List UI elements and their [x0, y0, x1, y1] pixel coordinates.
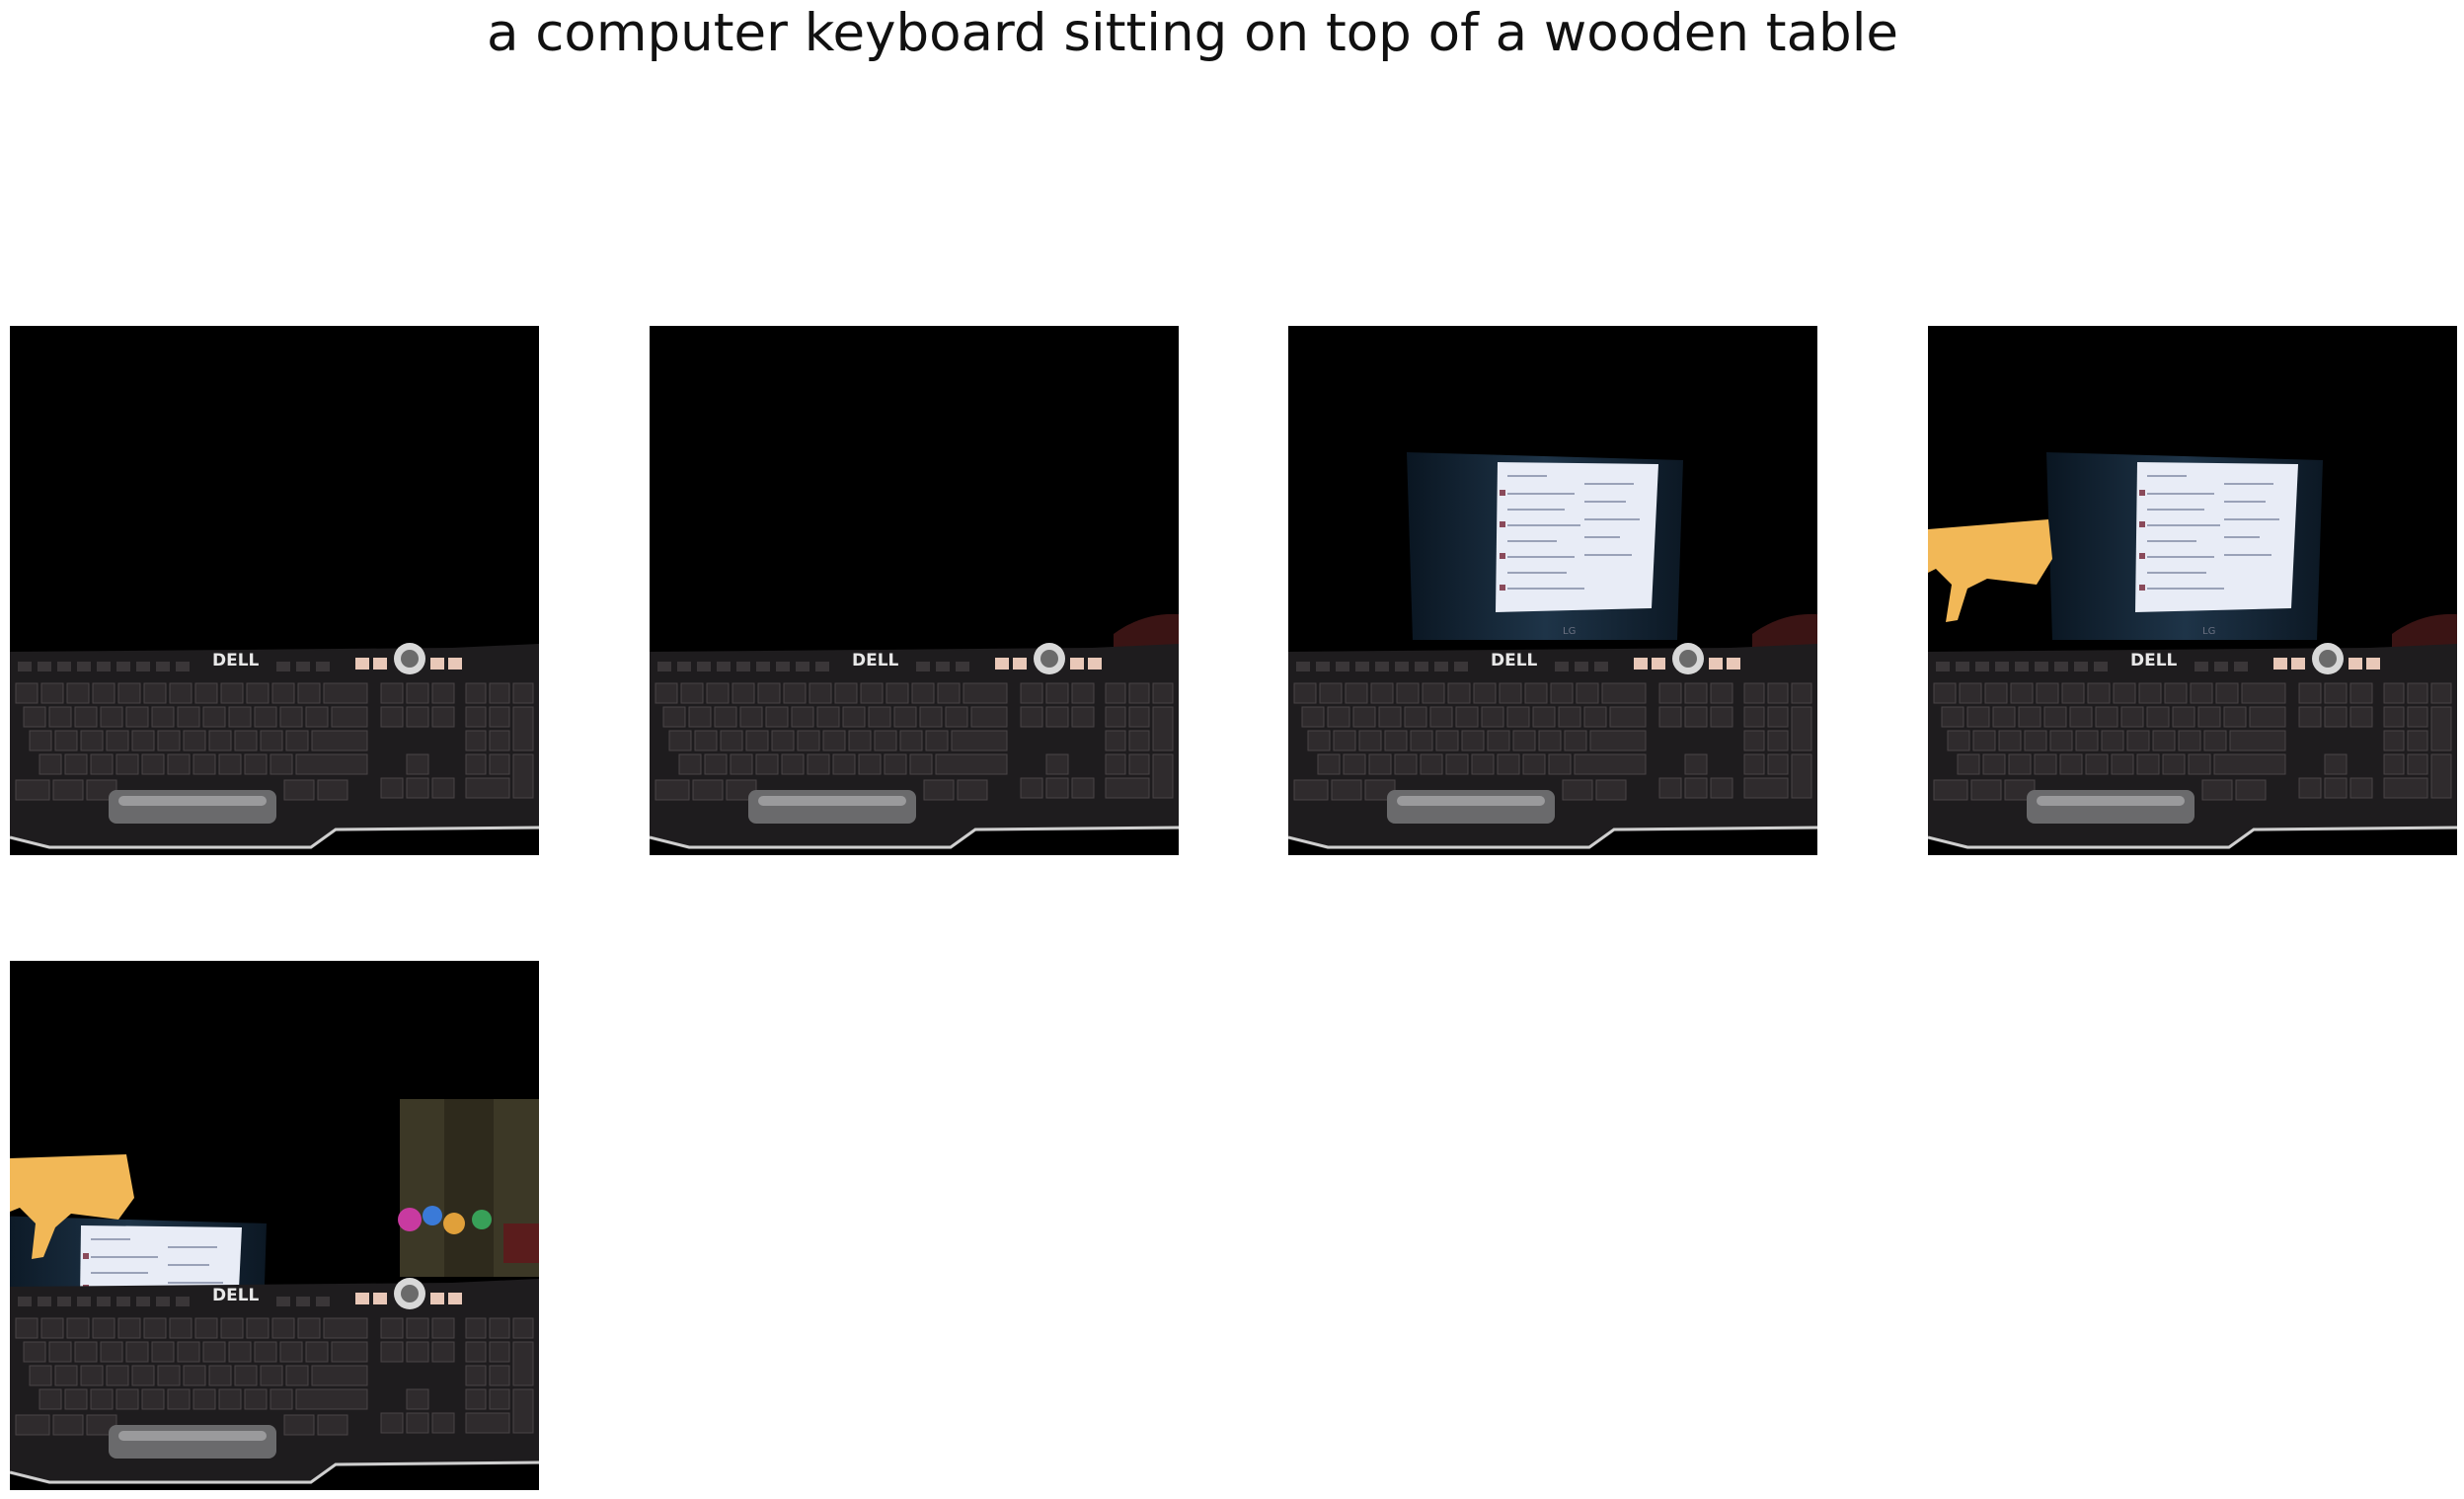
keyboard-photo-1: [10, 641, 539, 851]
image-panel-3: [1288, 326, 1817, 855]
hand-shape: [1928, 519, 2052, 622]
image-panel-1: [10, 326, 539, 855]
keyboard-photo-2: [650, 613, 1179, 851]
image-panel-5: [10, 961, 539, 1490]
keyboard-monitor-hand-toys-photo-5: [10, 1099, 539, 1486]
image-panel-4: [1928, 326, 2457, 855]
figure-title: a computer keyboard sitting on top of a …: [486, 3, 1899, 63]
keyboard-monitor-hand-photo-4: [1928, 326, 2457, 851]
image-panel-2: [650, 326, 1179, 855]
keyboard-monitor-photo-3: [1288, 326, 1817, 851]
